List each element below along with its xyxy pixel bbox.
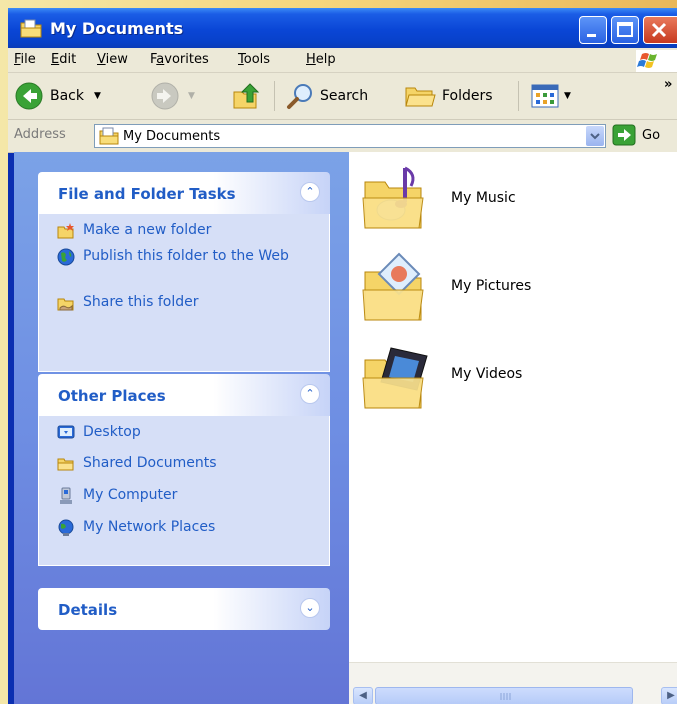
panel-header[interactable]: File and Folder Tasks ⌃ xyxy=(38,172,330,214)
address-value: My Documents xyxy=(123,129,221,144)
horizontal-scrollbar[interactable]: ◀ ▶ xyxy=(349,662,677,704)
share-folder-icon xyxy=(57,298,74,311)
close-icon xyxy=(651,22,667,38)
views-icon xyxy=(531,84,559,108)
folders-icon xyxy=(405,87,436,107)
expand-chevron-icon[interactable]: ⌄ xyxy=(300,598,320,618)
place-desktop[interactable]: Desktop xyxy=(57,424,141,442)
network-icon xyxy=(58,519,74,536)
details-panel: Details ⌄ xyxy=(38,588,330,630)
minimize-icon xyxy=(587,34,596,37)
address-dropdown-button[interactable] xyxy=(586,126,604,146)
globe-icon xyxy=(57,248,75,266)
go-arrow-icon xyxy=(612,124,636,146)
menu-bar: File Edit View Favorites Tools Help xyxy=(8,48,677,73)
explorer-window: My Documents File Edit View Favorites To… xyxy=(8,8,677,704)
up-folder-button[interactable] xyxy=(232,73,264,119)
scroll-left-button[interactable]: ◀ xyxy=(353,687,373,704)
my-documents-icon xyxy=(20,19,42,38)
scroll-right-button[interactable]: ▶ xyxy=(661,687,677,704)
chevron-down-icon xyxy=(590,133,600,140)
standard-toolbar: Back ▼ ▼ Search Folders ▼ » xyxy=(8,73,677,120)
menu-view[interactable]: View xyxy=(97,52,128,67)
task-share-folder[interactable]: Share this folder xyxy=(57,294,199,312)
back-arrow-icon xyxy=(15,82,43,110)
search-icon xyxy=(287,84,312,109)
forward-dropdown-icon[interactable]: ▼ xyxy=(188,91,195,101)
panel-header[interactable]: Other Places ⌃ xyxy=(38,374,330,416)
menu-favorites[interactable]: Favorites xyxy=(150,52,209,67)
place-shared-documents[interactable]: Shared Documents xyxy=(57,455,217,473)
task-make-new-folder[interactable]: Make a new folder xyxy=(57,222,211,240)
collapse-chevron-icon[interactable]: ⌃ xyxy=(300,182,320,202)
place-my-network-places[interactable]: My Network Places xyxy=(57,519,215,537)
computer-icon xyxy=(60,487,72,504)
new-folder-icon xyxy=(57,223,74,239)
address-bar: Address My Documents Go xyxy=(8,120,677,153)
maximize-button[interactable] xyxy=(611,16,639,44)
menu-help[interactable]: Help xyxy=(306,52,336,67)
file-item-my-pictures[interactable]: My Pictures xyxy=(361,250,661,330)
search-button[interactable]: Search xyxy=(286,73,368,119)
window-title: My Documents xyxy=(50,19,184,38)
panel-title: Details xyxy=(58,601,118,619)
music-folder-icon xyxy=(362,166,424,229)
file-folder-tasks-panel: File and Folder Tasks ⌃ Make a new folde… xyxy=(38,172,330,372)
menu-file[interactable]: File xyxy=(14,52,36,67)
file-list-view: My Music My Pictures My Videos xyxy=(349,152,677,662)
forward-arrow-icon xyxy=(151,82,179,110)
minimize-button[interactable] xyxy=(579,16,607,44)
folders-button[interactable]: Folders xyxy=(404,73,493,119)
videos-folder-icon xyxy=(362,347,428,409)
title-bar[interactable]: My Documents xyxy=(8,8,677,48)
panel-title: File and Folder Tasks xyxy=(58,185,236,203)
maximize-icon xyxy=(617,22,633,37)
my-documents-icon xyxy=(99,127,119,145)
views-dropdown-icon[interactable]: ▼ xyxy=(564,91,571,101)
place-my-computer[interactable]: My Computer xyxy=(57,487,177,505)
panel-body: Make a new folder Publish this folder to… xyxy=(38,214,330,372)
toolbar-separator xyxy=(518,81,519,111)
toolbar-overflow-chevron[interactable]: » xyxy=(664,77,672,92)
panel-title: Other Places xyxy=(58,387,166,405)
windows-logo-icon xyxy=(636,50,677,72)
views-button[interactable]: ▼ xyxy=(530,73,571,119)
back-dropdown-icon[interactable]: ▼ xyxy=(94,91,101,101)
collapse-chevron-icon[interactable]: ⌃ xyxy=(300,384,320,404)
up-folder-icon xyxy=(233,83,260,109)
address-label: Address xyxy=(14,127,66,142)
menu-tools[interactable]: Tools xyxy=(238,52,270,67)
task-publish-folder[interactable]: Publish this folder to the Web xyxy=(57,248,297,266)
address-field[interactable]: My Documents xyxy=(94,124,606,148)
back-button[interactable]: Back ▼ xyxy=(14,73,101,119)
panel-body: Desktop Shared Documents My Computer My … xyxy=(38,416,330,566)
panel-header[interactable]: Details ⌄ xyxy=(38,588,330,630)
scroll-thumb[interactable] xyxy=(375,687,633,704)
pictures-folder-icon xyxy=(362,252,424,321)
forward-button[interactable]: ▼ xyxy=(150,73,195,119)
file-item-my-music[interactable]: My Music xyxy=(361,162,661,242)
toolbar-separator xyxy=(274,81,275,111)
go-button[interactable]: Go xyxy=(612,124,660,146)
other-places-panel: Other Places ⌃ Desktop Shared Documents … xyxy=(38,374,330,566)
file-item-my-videos[interactable]: My Videos xyxy=(361,338,661,418)
close-button[interactable] xyxy=(643,16,677,44)
task-pane: File and Folder Tasks ⌃ Make a new folde… xyxy=(14,152,349,704)
grip-icon xyxy=(500,693,511,700)
menu-edit[interactable]: Edit xyxy=(51,52,76,67)
desktop-icon xyxy=(57,425,75,439)
folder-icon xyxy=(57,458,74,471)
